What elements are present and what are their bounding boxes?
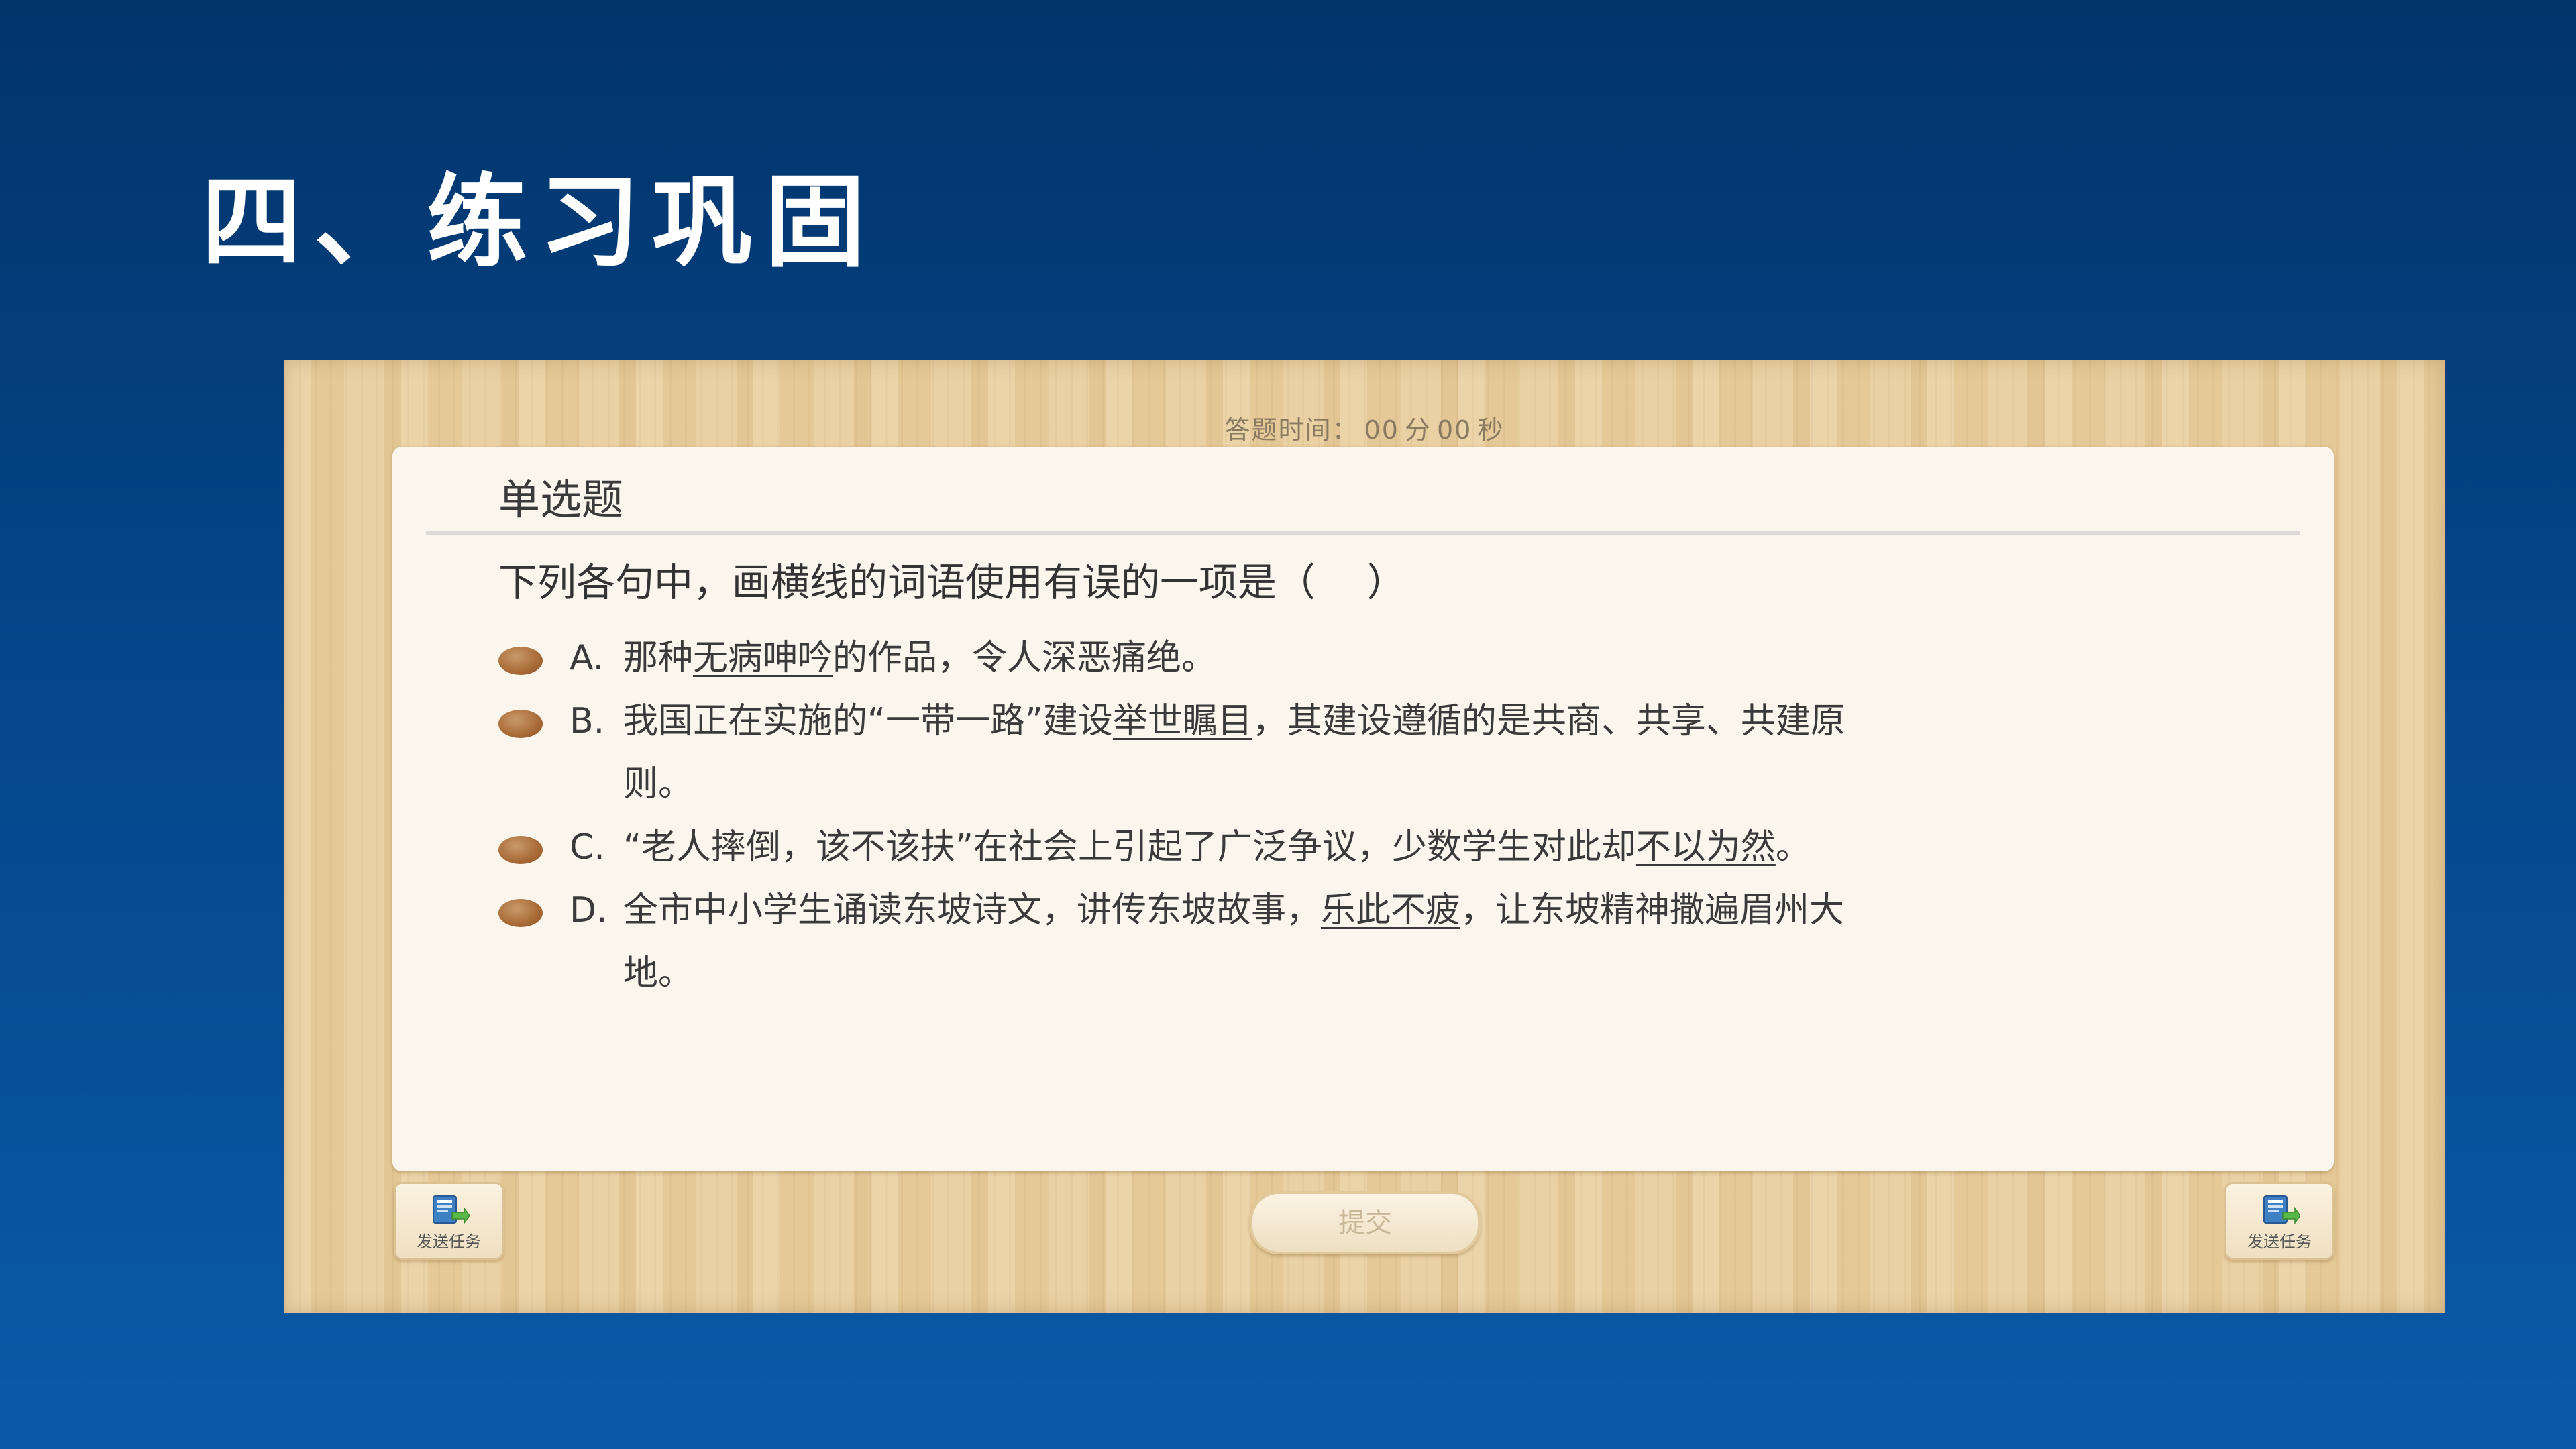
timer-minutes-unit: 分 <box>1404 415 1432 445</box>
header-divider <box>426 531 2300 535</box>
option-d-radio[interactable] <box>498 899 543 927</box>
answer-timer: 答题时间： 00 分 00 秒 <box>284 409 2445 446</box>
option-b-text[interactable]: B. 我国正在实施的“一带一路”建设举世瞩目，其建设遵循的是共商、共享、共建原 则… <box>570 690 2276 816</box>
question-stem: 下列各句中，画横线的词语使用有误的一项是（ ） <box>498 559 1406 605</box>
slide-title: 四、练习巩固 <box>201 163 878 281</box>
option-a-text[interactable]: A. 那种无病呻吟的作品，令人深恶痛绝。 <box>570 627 2276 690</box>
quiz-panel: 答题时间： 00 分 00 秒 单选题 下列各句中，画横线的词语使用有误的一项是（ ） … <box>284 360 2445 1313</box>
timer-seconds: 00 <box>1437 415 1472 445</box>
send-task-button-right[interactable]: 发送任务 <box>2224 1182 2334 1260</box>
option-text-before: 全市中小学生诵读东坡诗文，讲传东坡故事， <box>623 890 1322 930</box>
send-task-button-left[interactable]: 发送任务 <box>394 1182 504 1260</box>
option-text-before: 那种 <box>623 638 694 678</box>
option-b-radio[interactable] <box>498 710 543 738</box>
send-task-label: 发送任务 <box>2247 1232 2312 1251</box>
timer-label: 答题时间： <box>1224 415 1359 445</box>
send-task-icon <box>2263 1195 2300 1225</box>
question-card: 单选题 下列各句中，画横线的词语使用有误的一项是（ ） A. 那种无病呻吟的作品，… <box>392 447 2334 1171</box>
option-letter: B. <box>570 701 605 741</box>
option-text-before: “老人摔倒，该不该扶”在社会上引起了广泛争议，少数学生对此却 <box>623 827 1636 867</box>
send-task-icon <box>433 1195 470 1225</box>
option-c-radio[interactable] <box>498 836 543 864</box>
timer-seconds-unit: 秒 <box>1477 415 1505 445</box>
option-letter: D. <box>570 890 608 930</box>
underlined-phrase: 举世瞩目 <box>1112 701 1252 741</box>
option-letter: A. <box>570 638 604 678</box>
underlined-phrase: 无病呻吟 <box>693 638 833 678</box>
send-task-label: 发送任务 <box>417 1232 481 1251</box>
option-d-text[interactable]: D. 全市中小学生诵读东坡诗文，讲传东坡故事，乐此不疲，让东坡精神撒遍眉州大 地。 <box>570 879 2276 1005</box>
underlined-phrase: 不以为然 <box>1635 827 1776 867</box>
submit-button[interactable]: 提交 <box>1250 1191 1481 1254</box>
option-c-text[interactable]: C. “老人摔倒，该不该扶”在社会上引起了广泛争议，少数学生对此却不以为然。 <box>570 816 2276 879</box>
option-letter: C. <box>570 827 605 867</box>
option-text-after: ，让东坡精神撒遍眉州大 <box>1460 890 1845 930</box>
question-type-heading: 单选题 <box>498 475 624 524</box>
option-text-after: 的作品，令人深恶痛绝。 <box>833 638 1217 678</box>
option-text-after: ，其建设遵循的是共商、共享、共建原 <box>1252 701 1845 741</box>
option-text-after: 。 <box>1775 827 1811 867</box>
timer-minutes: 00 <box>1364 415 1399 445</box>
underlined-phrase: 乐此不疲 <box>1321 890 1461 930</box>
option-text-continuation: 地。 <box>623 953 694 994</box>
option-text-before: 我国正在实施的“一带一路”建设 <box>623 701 1113 741</box>
option-a-radio[interactable] <box>498 647 543 675</box>
option-text-continuation: 则。 <box>623 764 694 804</box>
